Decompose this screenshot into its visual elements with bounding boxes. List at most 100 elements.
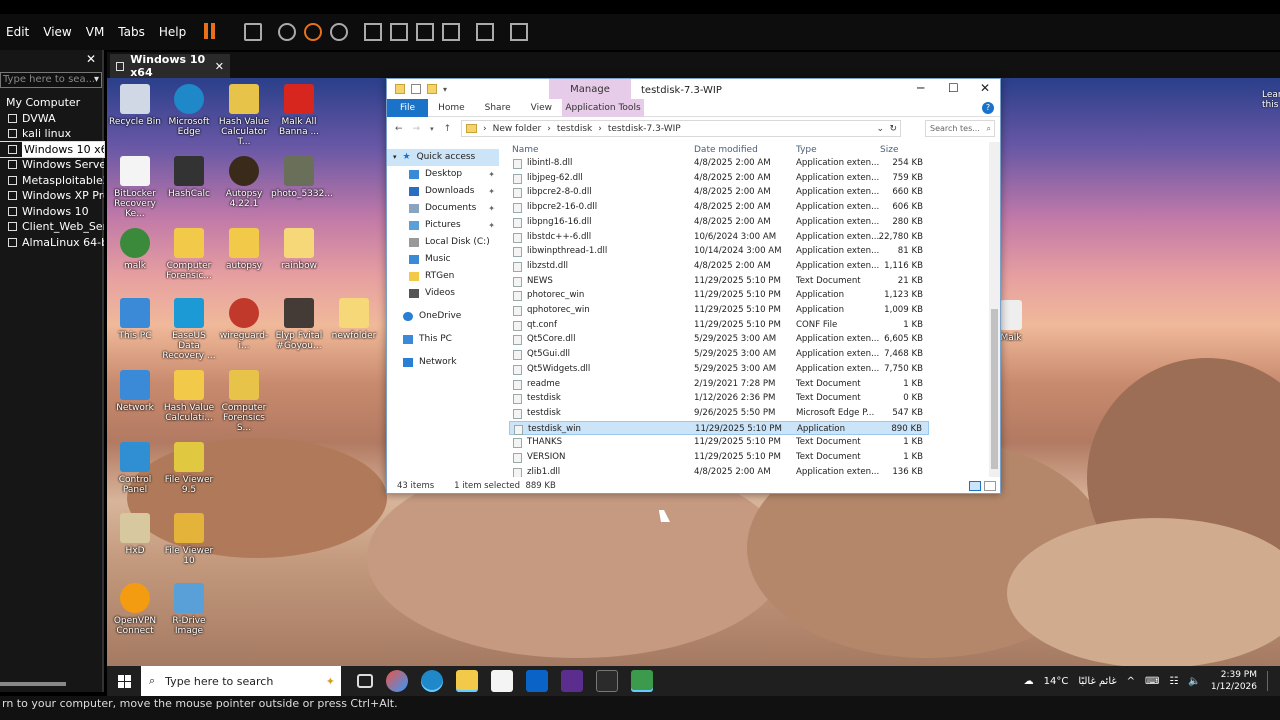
notification-icon[interactable] — [1267, 671, 1270, 691]
file-row[interactable]: libwinpthread-1.dll 10/14/2024 3:00 AM App… — [509, 244, 929, 259]
library-view-icon[interactable] — [364, 23, 383, 41]
breadcrumb-testdisk-wip[interactable]: testdisk-7.3-WIP — [608, 124, 681, 134]
desktop-icon-hxd[interactable]: HxD — [107, 513, 163, 556]
file-row[interactable]: VERSION 11/29/2025 5:10 PM Text Document 1 … — [509, 450, 929, 465]
hex-editor-taskbar-icon[interactable] — [561, 670, 583, 692]
desktop-icon-photo[interactable]: photo_5332... — [271, 156, 333, 199]
close-icon[interactable]: ✕ — [980, 81, 990, 95]
snapshot-manager-icon[interactable] — [330, 23, 349, 41]
vm-item-metasploitable[interactable]: Metasploitable2- — [0, 173, 104, 189]
vm-item-kali[interactable]: kali linux — [0, 126, 104, 142]
column-date[interactable]: Date modified — [694, 145, 758, 155]
nav-desktop[interactable]: Desktop ✦ — [387, 166, 499, 183]
desktop-icon-control-panel[interactable]: Control Panel — [107, 442, 163, 495]
breadcrumb-testdisk[interactable]: testdisk — [557, 124, 592, 134]
file-row[interactable]: testdisk_win 11/29/2025 5:10 PM Applicatio… — [509, 420, 929, 436]
desktop-icon-edge[interactable]: Microsoft Edge — [161, 84, 217, 137]
maximize-icon[interactable]: ☐ — [948, 81, 959, 95]
help-icon[interactable]: ? — [982, 101, 994, 114]
nav-onedrive[interactable]: OneDrive — [387, 308, 499, 325]
file-row[interactable]: qphotorec_win 11/29/2025 5:10 PM Applicati… — [509, 303, 929, 318]
back-icon[interactable]: ← — [395, 124, 413, 134]
task-view-icon[interactable] — [357, 674, 373, 688]
file-row[interactable]: testdisk 9/26/2025 5:50 PM Microsoft Edge … — [509, 406, 929, 421]
column-name[interactable]: Name — [512, 145, 539, 155]
desktop-icon-recycle-bin[interactable]: Recycle Bin — [107, 84, 163, 127]
testdisk-taskbar-icon[interactable] — [631, 670, 653, 692]
desktop-icon-wireguard[interactable]: wireguard-i... — [216, 298, 272, 351]
menu-help[interactable]: Help — [159, 25, 186, 39]
recent-chevron-icon[interactable]: ▾ — [430, 125, 444, 133]
desktop-icon-openvpn[interactable]: OpenVPN Connect — [107, 583, 163, 636]
vm-item-almalinux[interactable]: AlmaLinux 64-bit — [0, 235, 104, 251]
edge-taskbar-icon[interactable] — [421, 670, 443, 692]
desktop-icon-file-viewer-10[interactable]: File Viewer 10 — [161, 513, 217, 566]
desktop-icon-hashcalc[interactable]: HashCalc — [161, 156, 217, 199]
start-button[interactable] — [107, 666, 141, 696]
file-row[interactable]: zlib1.dll 4/8/2025 2:00 AM Application ext… — [509, 465, 929, 477]
store-taskbar-icon[interactable] — [491, 670, 513, 692]
menu-tabs[interactable]: Tabs — [118, 25, 145, 39]
new-folder-icon[interactable] — [427, 84, 437, 94]
snapshot-icon[interactable] — [278, 23, 297, 41]
revert-snapshot-icon[interactable] — [304, 23, 323, 41]
desktop-icon-this-pc[interactable]: This PC — [107, 298, 163, 341]
nav-downloads[interactable]: Downloads ✦ — [387, 183, 499, 200]
nav-pictures[interactable]: Pictures ✦ — [387, 217, 499, 234]
taskbar-search[interactable]: ⌕ Type here to search ✦ — [141, 666, 341, 696]
nav-documents[interactable]: Documents ✦ — [387, 200, 499, 217]
vm-item-winserver[interactable]: Windows Server 2 — [0, 157, 104, 173]
menu-vm[interactable]: VM — [86, 25, 105, 39]
pin-icon[interactable]: ✦ — [488, 166, 495, 183]
copilot-icon[interactable] — [386, 670, 408, 692]
vm-item-dvwa[interactable]: DVWA — [0, 111, 104, 127]
desktop-icon-easeus[interactable]: EaseUS Data Recovery ... — [161, 298, 217, 361]
file-row[interactable]: testdisk 1/12/2026 2:36 PM Text Document 0 … — [509, 391, 929, 406]
weather-temp[interactable]: 14°C — [1044, 676, 1069, 687]
nav-quick-access[interactable]: ▾ ★ Quick access — [387, 149, 499, 166]
forward-icon[interactable]: → — [413, 124, 431, 134]
volume-icon[interactable]: 🔈 — [1188, 676, 1200, 687]
refresh-icon[interactable]: ↻ — [889, 124, 897, 134]
pin-icon[interactable]: ✦ — [488, 200, 495, 217]
desktop-icon-bitlocker[interactable]: BitLocker Recovery Ke... — [107, 156, 163, 219]
pin-icon[interactable]: ✦ — [488, 217, 495, 234]
close-icon[interactable]: ✕ — [86, 52, 96, 66]
console-icon[interactable] — [476, 23, 495, 41]
vm-item-clientweb[interactable]: Client_Web_Serve — [0, 219, 104, 235]
tab-file[interactable]: File — [387, 98, 429, 117]
chevron-down-icon[interactable]: ▾ — [94, 73, 99, 87]
file-row[interactable]: libzstd.dll 4/8/2025 2:00 AM Application e… — [509, 259, 929, 274]
tab-home[interactable]: Home — [428, 99, 475, 117]
desktop-icon-pdf[interactable]: Malk All Banna ... — [271, 84, 327, 137]
breadcrumb-new-folder[interactable]: New folder — [493, 124, 542, 134]
desktop-icon-malk[interactable]: malk — [107, 228, 163, 271]
properties-icon[interactable] — [411, 84, 421, 94]
library-root[interactable]: My Computer — [0, 95, 104, 111]
vm-item-windows10x64[interactable]: Windows 10 x64 — [0, 140, 105, 158]
pin-icon[interactable]: ✦ — [488, 183, 495, 200]
search-input[interactable]: Search tes... ⌕ — [925, 120, 995, 137]
desktop-icon-elyp[interactable]: Elyp Fvital #Goyou... — [271, 298, 327, 351]
file-row[interactable]: photorec_win 11/29/2025 5:10 PM Applicatio… — [509, 288, 929, 303]
file-row[interactable]: libjpeg-62.dll 4/8/2025 2:00 AM Applicatio… — [509, 171, 929, 186]
vm-item-windows10[interactable]: Windows 10 — [0, 204, 104, 220]
vm-tab[interactable]: Windows 10 x64 ✕ — [110, 53, 230, 79]
minimize-icon[interactable]: ─ — [917, 81, 924, 95]
file-row[interactable]: NEWS 11/29/2025 5:10 PM Text Document 21 KB — [509, 274, 929, 289]
weather-desc[interactable]: غائم غالبًا — [1078, 676, 1116, 687]
column-type[interactable]: Type — [796, 145, 817, 155]
column-size[interactable]: Size — [880, 145, 898, 155]
thumbnail-view-icon[interactable] — [390, 23, 409, 41]
nav-music[interactable]: Music — [387, 251, 499, 268]
file-row[interactable]: libpcre2-16-0.dll 4/8/2025 2:00 AM Applica… — [509, 200, 929, 215]
breadcrumb[interactable]: › New folder › testdisk › testdisk-7.3-W… — [461, 120, 901, 137]
desktop-icon-network[interactable]: Network — [107, 370, 163, 413]
desktop-icon-newfolder[interactable]: newfolder — [326, 298, 382, 341]
file-row[interactable]: Qt5Gui.dll 5/29/2025 3:00 AM Application e… — [509, 347, 929, 362]
vertical-scrollbar[interactable] — [989, 142, 1000, 477]
desktop-icon-computer-forensics-s[interactable]: Computer Forensics S... — [216, 370, 272, 433]
nav-network[interactable]: Network — [387, 354, 499, 371]
file-row[interactable]: libstdc++-6.dll 10/6/2024 3:00 AM Applicat… — [509, 230, 929, 245]
details-view-icon[interactable] — [969, 481, 981, 491]
